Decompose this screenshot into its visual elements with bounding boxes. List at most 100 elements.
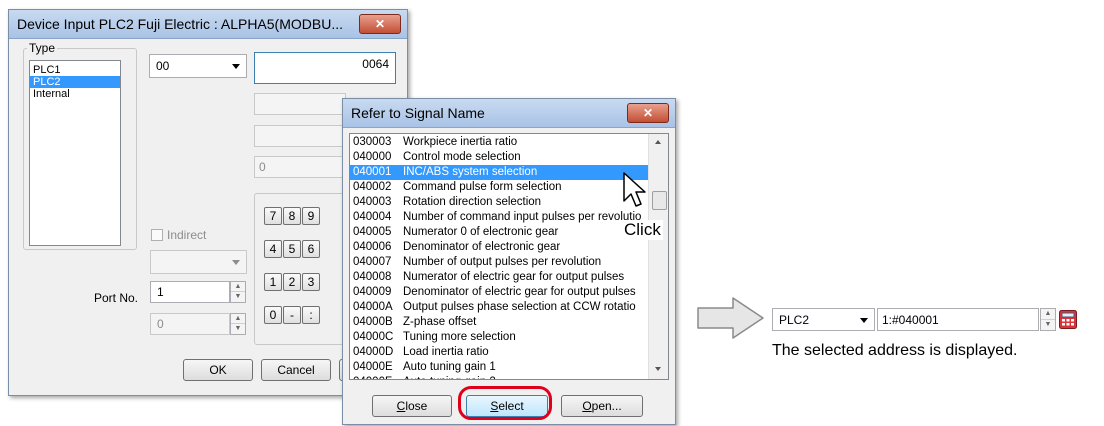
- keypad-key[interactable]: 5: [283, 240, 301, 258]
- address-value: 0064: [362, 57, 389, 71]
- keypad-key[interactable]: 0: [264, 306, 282, 324]
- device-type-value: 00: [156, 59, 170, 73]
- signal-name: Workpiece inertia ratio: [403, 136, 518, 148]
- disabled-field-3: 0: [254, 156, 346, 178]
- device-type-combo[interactable]: 00: [149, 54, 247, 78]
- signal-name: Auto tuning gain 2: [403, 376, 496, 379]
- signal-code: 04000C: [353, 331, 394, 343]
- signal-code: 040000: [353, 151, 392, 163]
- result-device-combo[interactable]: PLC2: [772, 308, 875, 331]
- signal-listbox[interactable]: 030003 Workpiece inertia ratio 040000 Contr…: [349, 133, 669, 380]
- indirect-label: Indirect: [167, 228, 207, 242]
- signal-code: 04000D: [353, 346, 394, 358]
- signal-item[interactable]: 030003 Workpiece inertia ratio: [350, 135, 648, 150]
- open-button[interactable]: Open...: [561, 395, 643, 417]
- keypad-key[interactable]: 3: [302, 273, 320, 291]
- signal-item[interactable]: 040005 Numerator 0 of electronic gear: [350, 225, 648, 240]
- keypad-key[interactable]: 9: [302, 207, 320, 225]
- signal-code: 04000B: [353, 316, 393, 328]
- spin-up-icon[interactable]: ▲: [231, 282, 245, 292]
- close-icon[interactable]: ✕: [627, 103, 669, 123]
- port-disabled-spinner: ▲ ▼: [230, 313, 246, 335]
- open-mnemonic: O: [582, 399, 592, 413]
- type-item-plc1[interactable]: PLC1: [30, 64, 120, 76]
- signal-item[interactable]: 040006 Denominator of electronic gear: [350, 240, 648, 255]
- signal-name: Number of output pulses per revolution: [403, 256, 602, 268]
- signal-item[interactable]: 04000B Z-phase offset: [350, 315, 648, 330]
- disabled-field-1: [254, 93, 346, 115]
- scroll-down-icon[interactable]: [655, 367, 661, 371]
- indirect-combo[interactable]: [150, 250, 247, 274]
- close-rest: lose: [405, 399, 428, 413]
- type-item-internal[interactable]: Internal: [30, 88, 120, 100]
- signal-item[interactable]: 040004 Number of command input pulses per…: [350, 210, 648, 225]
- signal-name: Load inertia ratio: [403, 346, 489, 358]
- signal-item[interactable]: 04000FAuto tuning gain 2: [350, 375, 648, 379]
- result-spinner[interactable]: ▲ ▼: [1040, 308, 1056, 331]
- signal-item[interactable]: 040008 Numerator of electric gear for out…: [350, 270, 648, 285]
- keypad-key[interactable]: 2: [283, 273, 301, 291]
- signal-dialog-title: Refer to Signal Name: [351, 105, 485, 121]
- spin-up-icon[interactable]: ▲: [1041, 309, 1055, 320]
- spin-down-icon[interactable]: ▼: [1041, 320, 1055, 331]
- signal-name: Z-phase offset: [403, 316, 477, 328]
- result-address-value: 1:#040001: [882, 313, 939, 327]
- close-button[interactable]: Close: [372, 395, 452, 417]
- indirect-checkbox[interactable]: [151, 229, 163, 241]
- spin-down-icon[interactable]: ▼: [231, 292, 245, 302]
- scroll-up-icon[interactable]: [655, 140, 661, 144]
- signal-name: Denominator of electronic gear: [403, 241, 561, 253]
- signal-code: 040001: [353, 166, 392, 178]
- calculator-icon[interactable]: [1059, 310, 1077, 329]
- cancel-button[interactable]: Cancel: [261, 359, 331, 381]
- result-combo-value: PLC2: [779, 313, 810, 327]
- keypad-key[interactable]: 4: [264, 240, 282, 258]
- type-label: Type: [27, 41, 58, 55]
- type-listbox[interactable]: PLC1 PLC2 Internal: [29, 60, 121, 246]
- signal-item[interactable]: 04000C Tuning more selection: [350, 330, 648, 345]
- signal-name: Control mode selection: [403, 151, 521, 163]
- signal-item[interactable]: 040003 Rotation direction selection: [350, 195, 648, 210]
- signal-item[interactable]: 040007 Number of output pulses per revolu…: [350, 255, 648, 270]
- chevron-down-icon: [860, 318, 868, 323]
- spin-up-icon: ▲: [231, 314, 245, 324]
- signal-item[interactable]: 040001 INC/ABS system selection: [350, 165, 648, 180]
- chevron-down-icon: [232, 260, 240, 265]
- signal-name: Output pulses phase selection at CCW rot…: [403, 301, 636, 313]
- keypad-key[interactable]: -: [283, 306, 301, 324]
- keypad-key[interactable]: :: [302, 306, 320, 324]
- signal-item[interactable]: 040009 Denominator of electric gear for o…: [350, 285, 648, 300]
- signal-item[interactable]: 040002 Command pulse form selection: [350, 180, 648, 195]
- keypad-key[interactable]: 6: [302, 240, 320, 258]
- device-input-title: Device Input PLC2 Fuji Electric : ALPHA5…: [17, 16, 343, 32]
- signal-code: 040007: [353, 256, 392, 268]
- type-item-plc2[interactable]: PLC2: [30, 76, 120, 88]
- signal-code: 040006: [353, 241, 392, 253]
- signal-item[interactable]: 040000 Control mode selection: [350, 150, 648, 165]
- spin-down-icon: ▼: [234, 325, 242, 332]
- ok-button[interactable]: OK: [183, 359, 253, 381]
- port-value: 1: [157, 285, 164, 299]
- disabled-field-3-value: 0: [259, 160, 266, 174]
- result-address-field[interactable]: 1:#040001: [877, 308, 1039, 331]
- mouse-cursor-icon: [623, 172, 646, 207]
- signal-code: 04000A: [353, 301, 393, 313]
- keypad-key[interactable]: 7: [264, 207, 282, 225]
- signal-item[interactable]: 04000E Auto tuning gain 1: [350, 360, 648, 375]
- keypad-key[interactable]: 8: [283, 207, 301, 225]
- signal-scrollbar[interactable]: [648, 134, 668, 379]
- signal-name: Number of command input pulses per revol…: [403, 211, 642, 223]
- keypad-key[interactable]: 1: [264, 273, 282, 291]
- signal-name: Numerator 0 of electronic gear: [403, 226, 559, 238]
- signal-item[interactable]: 04000A Output pulses phase selection at C…: [350, 300, 648, 315]
- port-input[interactable]: 1: [150, 281, 230, 303]
- result-caption: The selected address is displayed.: [772, 342, 1018, 359]
- signal-item[interactable]: 04000D Load inertia ratio: [350, 345, 648, 360]
- port-disabled-input: 0: [150, 313, 230, 335]
- address-input[interactable]: 0064: [254, 52, 396, 84]
- signal-code: 040009: [353, 286, 392, 298]
- port-spinner[interactable]: ▲ ▼: [230, 281, 246, 303]
- close-icon[interactable]: ✕: [359, 14, 401, 34]
- scroll-thumb[interactable]: [652, 191, 667, 210]
- port-disabled-value: 0: [157, 317, 164, 331]
